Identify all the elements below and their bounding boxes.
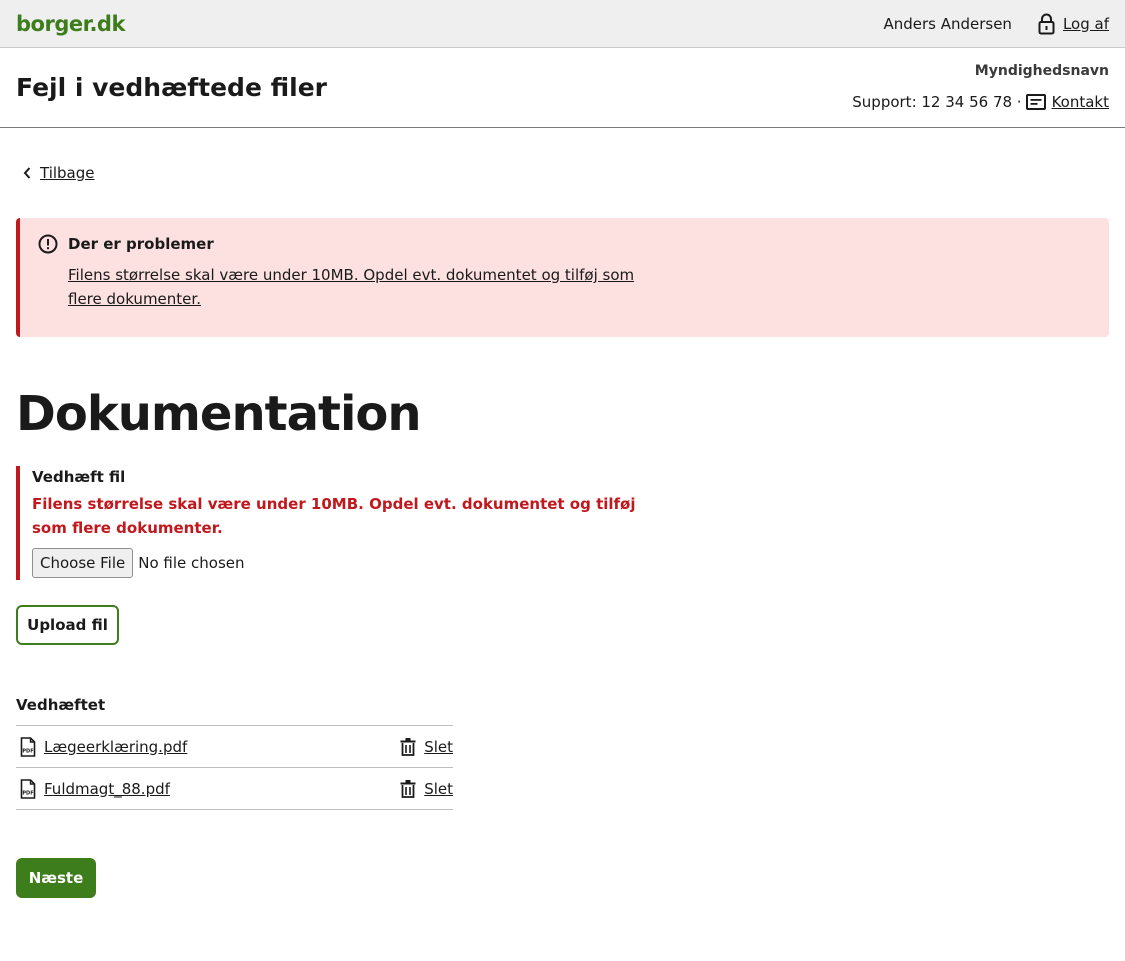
user-name: Anders Andersen [883,14,1012,33]
attachments-heading: Vedhæftet [16,696,106,714]
support-line: Support: 12 34 56 78 · Kontakt [852,87,1109,118]
error-summary-link[interactable]: Filens størrelse skal være under 10MB. O… [68,263,668,311]
attachment-file: PDF Lægeerklæring.pdf [16,736,187,757]
attachment-link[interactable]: Lægeerklæring.pdf [44,738,187,756]
delete-attachment[interactable]: Slet [400,737,453,756]
top-bar: borger.dk Anders Andersen Log af [0,0,1125,48]
file-input: Choose File No file chosen [32,548,676,578]
attachment-link[interactable]: Fuldmagt_88.pdf [44,780,170,798]
file-field-label: Vedhæft fil [32,468,126,486]
chevron-left-icon [23,167,31,179]
svg-text:PDF: PDF [22,790,33,796]
page-header: Fejl i vedhæftede filer Myndighedsnavn S… [0,48,1125,128]
back-link[interactable]: Tilbage [22,164,95,182]
logout-link[interactable]: Log af [1038,13,1109,35]
choose-file-button[interactable]: Choose File [32,548,134,578]
exclamation-circle-icon [38,234,58,254]
pdf-file-icon: PDF [20,778,36,799]
next-button[interactable]: Næste [16,858,96,898]
authority-info: Myndighedsnavn Support: 12 34 56 78 · Ko… [852,56,1109,118]
borger-dk-logo[interactable]: borger.dk [16,12,125,36]
file-upload-field: Vedhæft fil Filens størrelse skal være u… [16,466,676,580]
page-title: Dokumentation [16,386,422,442]
header-title: Fejl i vedhæftede filer [16,73,327,102]
support-phone: Support: 12 34 56 78 · [852,92,1022,111]
trash-icon [400,737,416,756]
contact-link[interactable]: Kontakt [1052,87,1109,118]
attachment-file: PDF Fuldmagt_88.pdf [16,778,170,799]
delete-link[interactable]: Slet [424,738,453,756]
attachment-row: PDF Lægeerklæring.pdf Slet [16,726,453,768]
authority-name: Myndighedsnavn [974,62,1109,79]
logout-label[interactable]: Log af [1063,15,1109,33]
upload-file-button[interactable]: Upload fil [16,605,119,645]
attachment-row: PDF Fuldmagt_88.pdf Slet [16,768,453,810]
trash-icon [400,779,416,798]
file-field-error: Filens størrelse skal være under 10MB. O… [32,495,636,537]
error-summary-title: Der er problemer [68,235,214,253]
pdf-file-icon: PDF [20,736,36,757]
attachments-list: PDF Lægeerklæring.pdf Slet PDF Fuldmagt_… [16,725,453,810]
delete-attachment[interactable]: Slet [400,779,453,798]
error-summary: Der er problemer Filens størrelse skal v… [16,218,1109,337]
no-file-text: No file chosen [138,554,245,572]
user-area: Anders Andersen Log af [883,13,1109,35]
svg-text:PDF: PDF [22,748,33,754]
back-label[interactable]: Tilbage [40,164,95,182]
error-summary-header: Der er problemer [38,234,1109,254]
lock-icon [1038,13,1055,34]
delete-link[interactable]: Slet [424,780,453,798]
contact-card-icon [1025,94,1046,110]
